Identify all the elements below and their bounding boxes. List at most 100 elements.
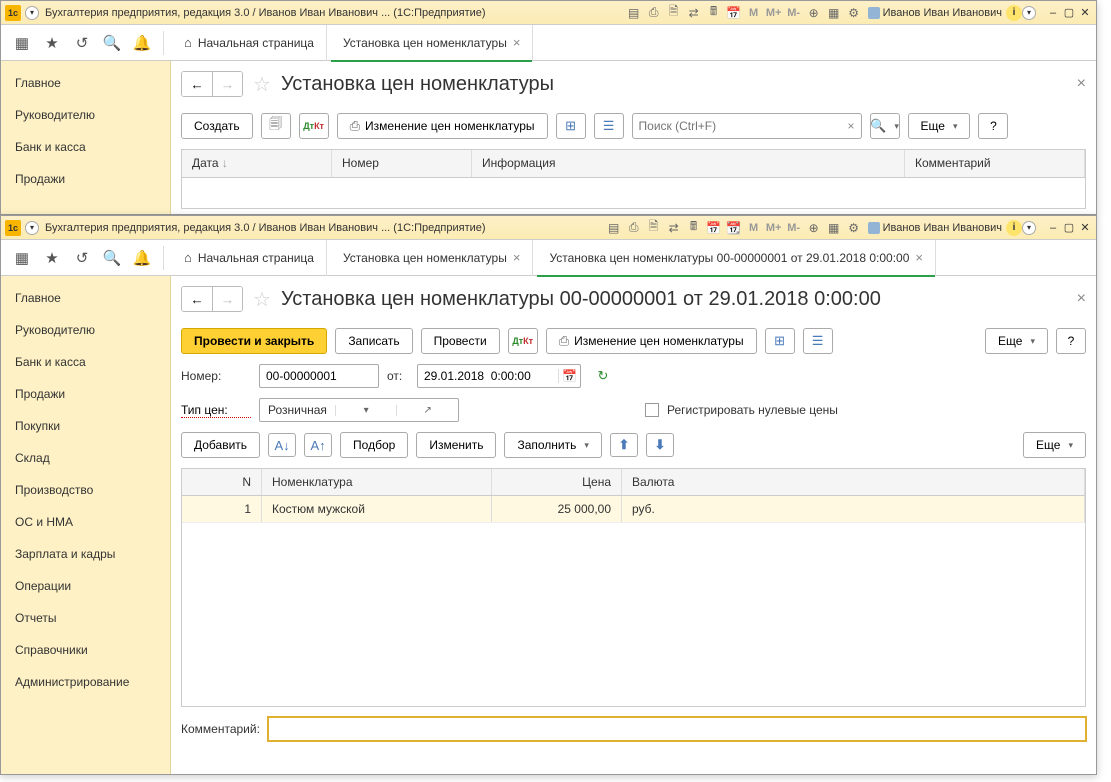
scale-mminus-icon[interactable]: M- [785, 219, 803, 237]
sidebar-item[interactable]: Справочники [1, 634, 170, 666]
compare-icon[interactable]: ⇄ [665, 219, 683, 237]
table-row[interactable]: 1 Костюм мужской 25 000,00 руб. [182, 496, 1085, 523]
tab-price-setup-doc[interactable]: Установка цен номенклатуры 00-00000001 о… [537, 240, 936, 276]
user-label[interactable]: Иванов Иван Иванович [868, 222, 1002, 234]
scale-mminus-icon[interactable]: M- [785, 4, 803, 22]
change-prices-button[interactable]: ⎙Изменение цен номенклатуры [546, 328, 757, 354]
forward-button[interactable]: → [212, 72, 242, 96]
preview-icon[interactable]: 🗎 [665, 4, 683, 22]
sidebar-item[interactable]: Покупки [1, 410, 170, 442]
more-button[interactable]: Еще [908, 113, 971, 139]
user-label[interactable]: Иванов Иван Иванович [868, 7, 1002, 19]
bell-icon[interactable]: 🔔 [129, 245, 155, 271]
close-panel-icon[interactable]: × [1077, 290, 1086, 308]
search-icon[interactable]: 🔍 [99, 30, 125, 56]
sidebar-item[interactable]: Продажи [1, 378, 170, 410]
info-dropdown-icon[interactable]: ▾ [1022, 221, 1036, 235]
select-button[interactable]: Подбор [340, 432, 408, 458]
tab-close-icon[interactable]: × [915, 250, 923, 265]
scale-mplus-icon[interactable]: M+ [765, 4, 783, 22]
history-icon[interactable]: ▦ [825, 219, 843, 237]
col-n[interactable]: N [182, 469, 262, 495]
back-button[interactable]: ← [182, 287, 212, 311]
structure-button[interactable]: ⊞ [556, 113, 586, 139]
settings-icon[interactable]: ⚙ [845, 219, 863, 237]
maximize-icon[interactable]: ▢ [1062, 6, 1076, 20]
col-comment[interactable]: Комментарий [905, 150, 1085, 177]
print-icon[interactable]: ⎙ [645, 4, 663, 22]
save-button[interactable]: Записать [335, 328, 412, 354]
calculator-icon[interactable]: 🖩 [685, 219, 703, 237]
forward-button[interactable]: → [212, 287, 242, 311]
menu-dropdown-icon[interactable]: ▾ [25, 221, 39, 235]
minimize-icon[interactable]: – [1046, 6, 1060, 20]
col-date[interactable]: Дата [182, 150, 332, 177]
scale-m-icon[interactable]: M [745, 4, 763, 22]
menu-dropdown-icon[interactable]: ▾ [25, 6, 39, 20]
table-more-button[interactable]: Еще [1023, 432, 1086, 458]
list-view-button[interactable]: ☰ [803, 328, 833, 354]
help-button[interactable]: ? [1056, 328, 1086, 354]
dtkt-button[interactable]: ДтКт [299, 113, 329, 139]
info-dropdown-icon[interactable]: ▾ [1022, 6, 1036, 20]
info-icon[interactable]: i [1006, 220, 1022, 236]
search-field[interactable] [639, 119, 848, 133]
info-icon[interactable]: i [1006, 5, 1022, 21]
maximize-icon[interactable]: ▢ [1062, 221, 1076, 235]
save-disk-icon[interactable]: ▤ [625, 4, 643, 22]
tab-close-icon[interactable]: × [513, 250, 521, 265]
col-nomenclature[interactable]: Номенклатура [262, 469, 492, 495]
edit-button[interactable]: Изменить [416, 432, 496, 458]
sidebar-item[interactable]: Операции [1, 570, 170, 602]
scale-mplus-icon[interactable]: M+ [765, 219, 783, 237]
apps-grid-icon[interactable]: ▦ [9, 245, 35, 271]
close-icon[interactable]: ✕ [1078, 6, 1092, 20]
open-dialog-icon[interactable]: ↗ [396, 405, 458, 416]
more-button[interactable]: Еще [985, 328, 1048, 354]
favorite-toggle-icon[interactable]: ☆ [253, 287, 271, 312]
copy-button[interactable]: 🗐 [261, 113, 291, 139]
items-table[interactable]: N Номенклатура Цена Валюта 1 Костюм мужс… [181, 468, 1086, 707]
sort-desc-button[interactable]: A↑ [304, 433, 332, 457]
sidebar-item[interactable]: Производство [1, 474, 170, 506]
help-button[interactable]: ? [978, 113, 1008, 139]
save-disk-icon[interactable]: ▤ [605, 219, 623, 237]
dtkt-button[interactable]: ДтКт [508, 328, 538, 354]
back-button[interactable]: ← [182, 72, 212, 96]
minimize-icon[interactable]: – [1046, 221, 1060, 235]
sidebar-item[interactable]: ОС и НМА [1, 506, 170, 538]
post-button[interactable]: Провести [421, 328, 500, 354]
calculator-icon[interactable]: 🖩 [705, 4, 723, 22]
sidebar-item[interactable]: Руководителю [1, 314, 170, 346]
sidebar-item[interactable]: Отчеты [1, 602, 170, 634]
close-icon[interactable]: ✕ [1078, 221, 1092, 235]
fill-button[interactable]: Заполнить [504, 432, 601, 458]
search-input[interactable]: × [632, 113, 862, 139]
col-info[interactable]: Информация [472, 150, 905, 177]
sidebar-item[interactable]: Банк и касса [1, 131, 170, 163]
history-nav-icon[interactable]: ↺ [69, 245, 95, 271]
sidebar-item[interactable]: Продажи [1, 163, 170, 195]
calendar-icon[interactable]: 📅 [705, 219, 723, 237]
list-view-button[interactable]: ☰ [594, 113, 624, 139]
close-panel-icon[interactable]: × [1077, 75, 1086, 93]
zoom-in-icon[interactable]: ⊕ [805, 4, 823, 22]
date-field[interactable]: 📅 [417, 364, 581, 388]
sidebar-item[interactable]: Зарплата и кадры [1, 538, 170, 570]
refresh-icon[interactable]: ↻ [589, 364, 617, 388]
favorite-star-icon[interactable]: ★ [39, 30, 65, 56]
zoom-in-icon[interactable]: ⊕ [805, 219, 823, 237]
tab-price-setup-list[interactable]: Установка цен номенклатуры× [331, 240, 533, 276]
sidebar-item[interactable]: Главное [1, 67, 170, 99]
calendar-icon[interactable]: 📅 [725, 4, 743, 22]
scale-m-icon[interactable]: M [745, 219, 763, 237]
sidebar-item[interactable]: Банк и касса [1, 346, 170, 378]
sidebar-item[interactable]: Администрирование [1, 666, 170, 698]
document-grid[interactable]: Дата Номер Информация Комментарий [181, 149, 1086, 209]
price-type-select[interactable]: Розничная ▾ ↗ [259, 398, 459, 422]
register-zero-checkbox[interactable] [645, 403, 659, 417]
add-button[interactable]: Добавить [181, 432, 260, 458]
tab-price-setup[interactable]: Установка цен номенклатуры× [331, 25, 533, 61]
chevron-down-icon[interactable]: ▾ [335, 405, 397, 416]
apps-grid-icon[interactable]: ▦ [9, 30, 35, 56]
